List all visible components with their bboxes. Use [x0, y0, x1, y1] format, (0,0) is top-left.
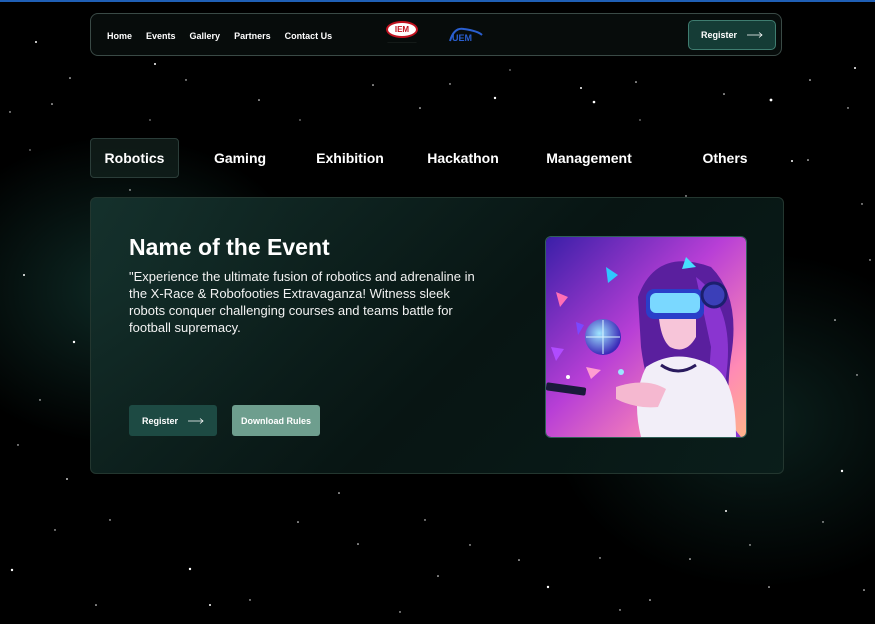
nav-links: Home Events Gallery Partners Contact Us: [107, 14, 332, 57]
arrow-right-icon: [747, 32, 763, 38]
event-title: Name of the Event: [129, 234, 330, 260]
iem-logo[interactable]: IEM ·····························: [383, 21, 421, 49]
event-register-label: Register: [141, 415, 178, 426]
top-accent-line: [0, 0, 875, 2]
tab-robotics[interactable]: Robotics: [90, 138, 179, 178]
tab-management[interactable]: Management: [536, 138, 642, 178]
top-navbar: Home Events Gallery Partners Contact Us …: [90, 13, 782, 56]
nav-link-partners[interactable]: Partners: [234, 31, 271, 41]
nav-register-label: Register: [700, 30, 737, 40]
iem-logo-text: IEM: [386, 21, 418, 38]
page: Home Events Gallery Partners Contact Us …: [0, 0, 875, 624]
uem-logo-text: UEM: [452, 33, 472, 43]
event-description: "Experience the ultimate fusion of robot…: [129, 269, 475, 335]
uem-logo[interactable]: UEM: [448, 25, 484, 45]
tab-gaming[interactable]: Gaming: [200, 138, 280, 178]
event-card: Name of the Event "Experience the ultima…: [90, 197, 784, 474]
nav-register-button[interactable]: Register: [688, 20, 776, 50]
nav-link-events[interactable]: Events: [146, 31, 176, 41]
download-rules-button[interactable]: Download Rules: [232, 405, 320, 436]
iem-logo-subtext: ·····························: [387, 40, 417, 44]
vr-headset-girl-illustration: [546, 237, 746, 437]
event-category-tabs: Robotics Gaming Exhibition Hackathon Man…: [90, 138, 782, 178]
tab-others[interactable]: Others: [690, 138, 760, 178]
event-register-button[interactable]: Register: [129, 405, 217, 436]
event-image: [545, 236, 747, 438]
nav-link-contact-us[interactable]: Contact Us: [285, 31, 333, 41]
nav-link-home[interactable]: Home: [107, 31, 132, 41]
arrow-right-icon: [188, 417, 204, 424]
tab-hackathon[interactable]: Hackathon: [417, 138, 509, 178]
nav-link-gallery[interactable]: Gallery: [190, 31, 221, 41]
tab-exhibition[interactable]: Exhibition: [305, 138, 395, 178]
